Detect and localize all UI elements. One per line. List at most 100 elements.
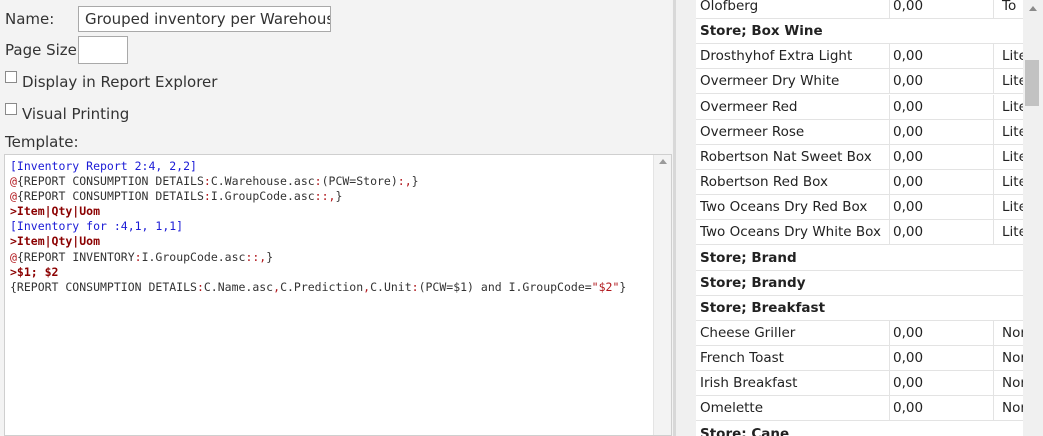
table-row[interactable]: Robertson Nat Sweet Box 0,00 Lite	[696, 144, 1023, 170]
template-label: Template:	[5, 133, 79, 151]
table-row[interactable]: Cheese Griller 0,00 Norma	[696, 320, 1023, 346]
qty-cell: 0,00	[889, 396, 993, 421]
item-name-cell: Irish Breakfast	[700, 375, 798, 392]
template-token: }	[411, 174, 419, 189]
template-token: [Inventory Report 2:4, 2,2]	[10, 159, 197, 173]
group-header-row[interactable]: Store; Box Wine	[696, 19, 1023, 45]
item-name-cell: Overmeer Red	[700, 98, 798, 115]
template-token: :	[411, 279, 419, 294]
display-in-report-explorer-checkbox[interactable]	[5, 71, 17, 83]
template-token: {REPORT CONSUMPTION DETAILS	[10, 279, 197, 294]
table-row[interactable]: Overmeer Rose 0,00 Lite	[696, 119, 1023, 145]
table-row[interactable]: French Toast 0,00 Norma	[696, 346, 1023, 372]
table-row[interactable]: Drosthyhof Extra Light 0,00 Lite	[696, 44, 1023, 70]
uom-text: Lite	[1002, 148, 1023, 165]
template-token: :,	[397, 174, 412, 189]
qty-cell: 0,00	[889, 320, 993, 345]
qty-cell: 0,00	[889, 119, 993, 144]
template-token: C.Prediction	[280, 279, 364, 294]
visual-printing-label: Visual Printing	[22, 105, 130, 123]
uom-cell: Lite	[993, 170, 1023, 195]
display-in-report-explorer-label: Display in Report Explorer	[22, 73, 218, 91]
qty-cell: 0,00	[889, 220, 993, 245]
scroll-up-icon[interactable]	[659, 159, 667, 164]
report-preview-grid: Olofberg 0,00 To Store; Box Wine Drosthyhof …	[696, 0, 1023, 436]
table-row[interactable]: Overmeer Red 0,00 Lite	[696, 94, 1023, 120]
template-token: {REPORT INVENTORY	[16, 249, 135, 264]
qty-cell: 0,00	[889, 0, 993, 18]
uom-text: Lite	[1002, 199, 1023, 216]
table-row[interactable]: Omelette 0,00 Norma	[696, 396, 1023, 422]
template-token: I.GroupCode.asc	[210, 189, 315, 204]
template-code: [Inventory Report 2:4, 2,2] @{REPORT CONS…	[10, 159, 626, 295]
uom-text: Norma	[1002, 400, 1023, 417]
group-header-row[interactable]: Store; Breakfast	[696, 296, 1023, 321]
uom-cell: Norma	[993, 320, 1023, 345]
uom-text: Lite	[1002, 123, 1023, 140]
visual-printing-checkbox[interactable]	[5, 103, 17, 115]
item-name-cell: Overmeer Rose	[700, 123, 805, 140]
template-token: ::,	[245, 249, 267, 264]
page-size-field[interactable]	[78, 36, 128, 64]
uom-cell: Lite	[993, 195, 1023, 220]
group-header-row[interactable]: Store; Brand	[696, 246, 1023, 271]
template-token: @	[10, 249, 17, 264]
template-token: @	[10, 174, 17, 189]
template-token: (PCW=Store)	[321, 174, 398, 189]
page-size-label: Page Size:	[5, 41, 82, 59]
uom-text: Norma	[1002, 324, 1023, 341]
uom-cell: Norma	[993, 371, 1023, 396]
qty-cell: 0,00	[889, 69, 993, 94]
template-scrollbar[interactable]	[653, 155, 671, 435]
scrollbar-thumb[interactable]	[1025, 60, 1039, 106]
uom-cell: To	[993, 0, 1023, 18]
template-line: @{REPORT CONSUMPTION DETAILS:I.GroupCode…	[10, 189, 626, 204]
uom-text: Lite	[1002, 98, 1023, 115]
template-token: >Item|Qty|Uom	[10, 204, 101, 219]
group-name-cell: Store; Cane	[700, 425, 790, 436]
qty-cell: 0,00	[889, 94, 993, 119]
preview-scrollbar[interactable]	[1023, 0, 1043, 436]
uom-text: To	[1002, 0, 1017, 14]
group-header-row[interactable]: Store; Brandy	[696, 271, 1023, 296]
template-line: >Item|Qty|Uom	[10, 204, 626, 219]
qty-cell: 0,00	[889, 371, 993, 396]
uom-text: Lite	[1002, 73, 1023, 90]
uom-cell: Norma	[993, 346, 1023, 371]
uom-cell: Lite	[993, 94, 1023, 119]
template-token: C.Name.asc	[203, 279, 274, 294]
template-token: ::,	[314, 189, 336, 204]
table-row[interactable]: Irish Breakfast 0,00 Norma	[696, 371, 1023, 397]
scroll-up-icon[interactable]	[1029, 6, 1037, 11]
template-token: C.Unit	[370, 279, 412, 294]
template-line: [Inventory Report 2:4, 2,2]	[10, 159, 626, 174]
template-token: :	[314, 174, 322, 189]
group-header-row[interactable]: Store; Cane	[696, 422, 1023, 436]
template-token: {REPORT CONSUMPTION DETAILS	[16, 189, 204, 204]
settings-panel: Name: Grouped inventory per Warehouse Pa…	[0, 0, 672, 436]
template-token: }	[335, 189, 343, 204]
template-token: >Item|Qty|Uom	[10, 234, 101, 249]
item-name-cell: Robertson Red Box	[700, 174, 828, 191]
template-line: [Inventory for :4,1, 1,1]	[10, 219, 626, 234]
table-row[interactable]: Two Oceans Dry White Box 0,00 Lite	[696, 220, 1023, 246]
uom-text: Lite	[1002, 224, 1023, 241]
template-editor[interactable]: [Inventory Report 2:4, 2,2] @{REPORT CONS…	[4, 154, 672, 436]
template-token: @	[10, 189, 17, 204]
template-token: }	[266, 249, 274, 264]
group-name-cell: Store; Brand	[700, 249, 797, 266]
item-name-cell: Two Oceans Dry White Box	[700, 224, 881, 241]
uom-cell: Lite	[993, 144, 1023, 169]
table-row[interactable]: Two Oceans Dry Red Box 0,00 Lite	[696, 195, 1023, 221]
table-row[interactable]: Overmeer Dry White 0,00 Lite	[696, 69, 1023, 95]
table-row[interactable]: Robertson Red Box 0,00 Lite	[696, 170, 1023, 196]
name-field[interactable]: Grouped inventory per Warehouse	[78, 6, 331, 32]
template-token: >$1; $2	[10, 264, 59, 279]
uom-cell: Lite	[993, 44, 1023, 69]
uom-cell: Lite	[993, 69, 1023, 94]
qty-cell: 0,00	[889, 44, 993, 69]
uom-cell: Lite	[993, 119, 1023, 144]
table-row[interactable]: Olofberg 0,00 To	[696, 0, 1023, 19]
preview-panel: Olofberg 0,00 To Store; Box Wine Drosthyhof …	[676, 0, 1043, 436]
template-token: :	[134, 249, 142, 264]
